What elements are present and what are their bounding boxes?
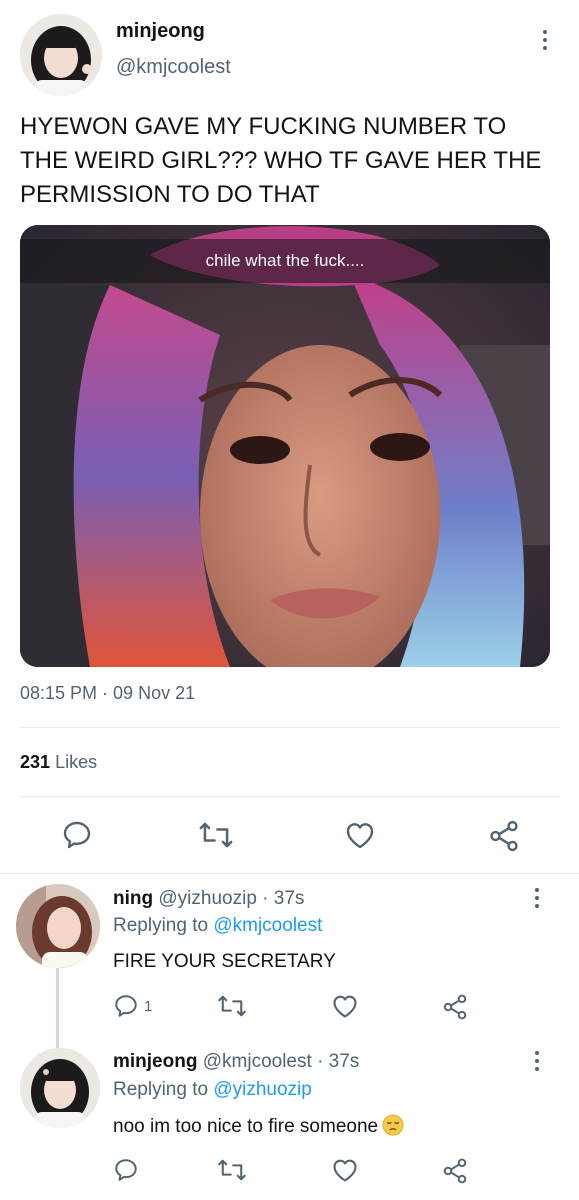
likes-stat[interactable]: 231 Likes xyxy=(20,752,97,773)
divider xyxy=(20,727,560,728)
reply-author-handle[interactable]: @yizhuozip xyxy=(158,888,257,909)
reply-author-handle[interactable]: @kmjcoolest xyxy=(203,1051,312,1072)
likes-label: Likes xyxy=(55,752,98,772)
reply-icon[interactable] xyxy=(60,818,94,852)
retweet-icon[interactable] xyxy=(216,992,248,1020)
reply-author-name[interactable]: ning xyxy=(113,888,153,909)
tweet-text: HYEWON GAVE MY FUCKING NUMBER TO THE WEI… xyxy=(20,113,542,208)
reply-avatar[interactable] xyxy=(20,1048,100,1128)
thread-line xyxy=(56,968,59,1048)
reply-icon[interactable] xyxy=(112,1156,140,1184)
retweet-icon[interactable] xyxy=(196,818,236,852)
reply-icon[interactable] xyxy=(112,992,140,1020)
share-icon[interactable] xyxy=(484,818,524,854)
more-options-icon[interactable] xyxy=(527,1047,547,1075)
reply-time: · 37s xyxy=(317,1051,360,1072)
likes-count: 231 xyxy=(20,752,51,772)
share-icon[interactable] xyxy=(440,992,470,1022)
reply-text: FIRE YOUR SECRETARY xyxy=(113,951,336,972)
more-options-icon[interactable] xyxy=(535,26,555,54)
replying-to-link[interactable]: @kmjcoolest xyxy=(213,915,322,936)
reply-meta: ning @yizhuozip · 37s xyxy=(113,888,304,910)
tweet-image[interactable]: chile what the fuck.... xyxy=(20,225,550,667)
replying-label: Replying to xyxy=(113,915,209,936)
divider xyxy=(20,796,560,797)
like-icon[interactable] xyxy=(342,818,378,852)
section-divider xyxy=(0,873,579,874)
reply-text: noo im too nice to fire someone xyxy=(113,1114,404,1138)
tweet-timestamp[interactable]: 08:15 PM · 09 Nov 21 xyxy=(20,683,195,704)
more-options-icon[interactable] xyxy=(527,884,547,912)
image-caption: chile what the fuck.... xyxy=(205,251,365,270)
author-handle[interactable]: @kmjcoolest xyxy=(116,56,231,79)
reply-text-content: noo im too nice to fire someone xyxy=(113,1116,379,1137)
reply-author-name[interactable]: minjeong xyxy=(113,1051,197,1072)
replying-to: Replying to @kmjcoolest xyxy=(113,915,322,937)
pensive-face-icon xyxy=(382,1114,404,1136)
like-icon[interactable] xyxy=(330,1156,360,1184)
replying-label: Replying to xyxy=(113,1079,209,1100)
author-name[interactable]: minjeong xyxy=(116,20,205,43)
replying-to: Replying to @yizhuozip xyxy=(113,1079,312,1101)
reply-time: · 37s xyxy=(262,888,305,909)
reply-count: 1 xyxy=(144,998,153,1015)
like-icon[interactable] xyxy=(330,992,360,1020)
reply-avatar[interactable] xyxy=(16,884,100,968)
share-icon[interactable] xyxy=(440,1156,470,1186)
replying-to-link[interactable]: @yizhuozip xyxy=(213,1079,312,1100)
author-avatar[interactable] xyxy=(20,14,102,96)
reply-meta: minjeong @kmjcoolest · 37s xyxy=(113,1051,359,1073)
retweet-icon[interactable] xyxy=(216,1156,248,1184)
